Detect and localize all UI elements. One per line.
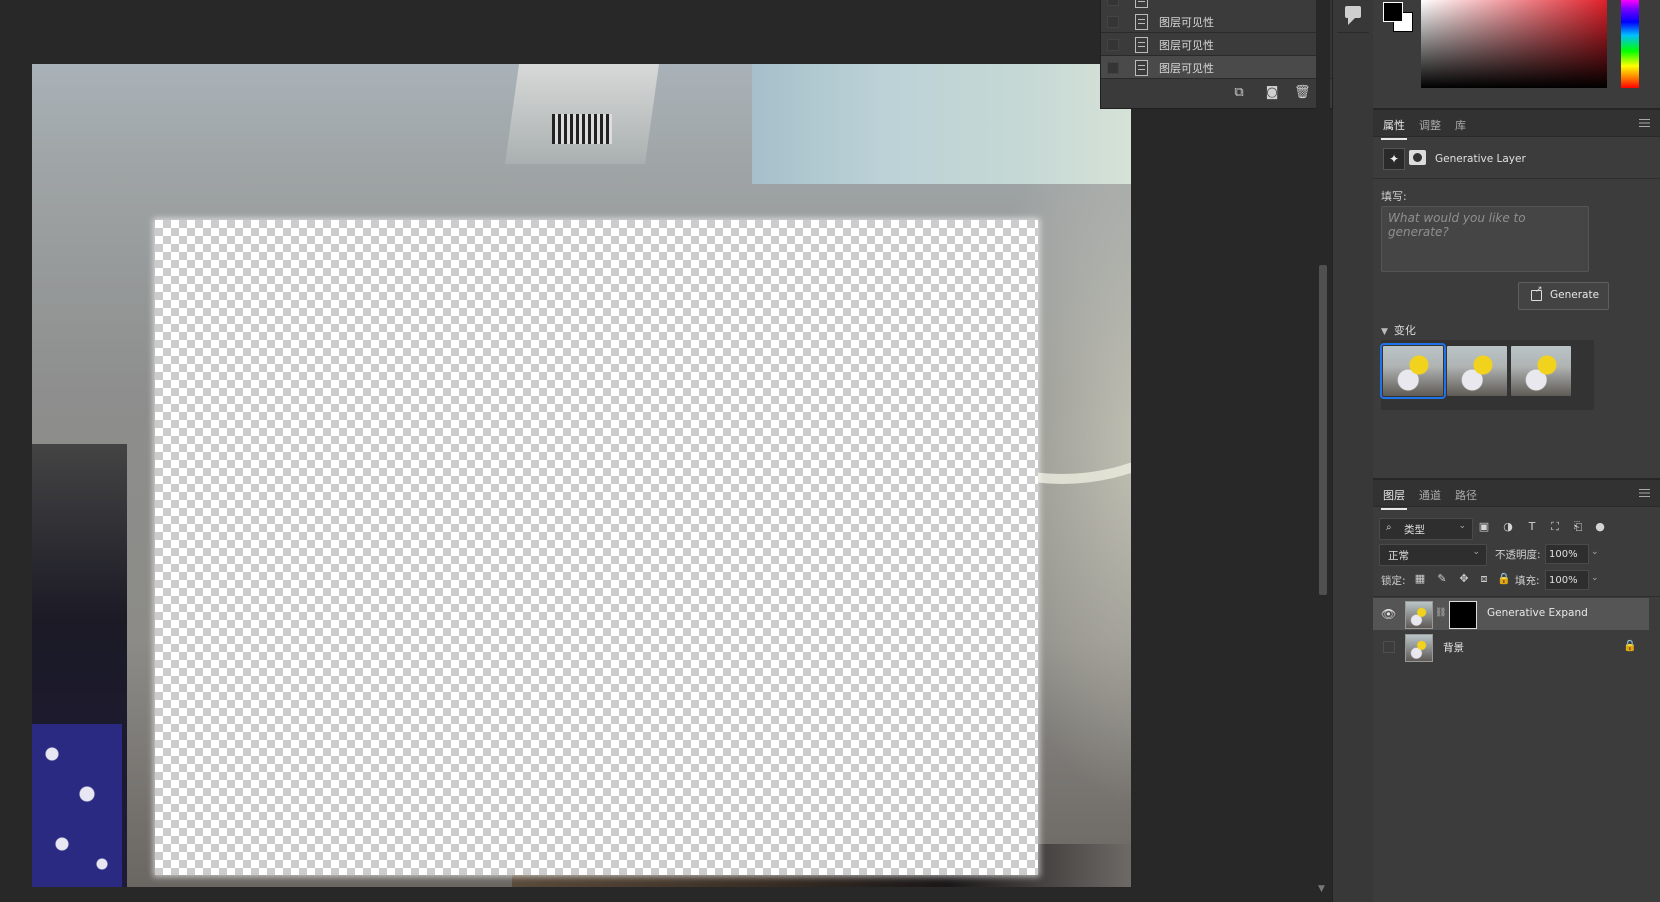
variation-thumbnail[interactable] — [1380, 343, 1446, 399]
tab-paths[interactable]: 路径 — [1455, 487, 1477, 503]
canvas-vertical-scrollbar[interactable]: ▼ — [1316, 0, 1330, 902]
history-item-label: 图层可见性 — [1159, 16, 1214, 29]
variation-thumbnail[interactable] — [1447, 346, 1507, 396]
layer-type-label: Generative Layer — [1435, 153, 1526, 165]
chevron-down-icon: ⌄ — [1472, 547, 1480, 557]
lock-artboard-icon[interactable]: ⧈ — [1477, 572, 1491, 586]
type-filter-icon[interactable]: T — [1525, 520, 1539, 534]
tab-libraries[interactable]: 库 — [1455, 117, 1466, 133]
panel-menu-icon[interactable] — [1639, 119, 1650, 127]
pixel-filter-icon[interactable]: ▣ — [1477, 520, 1491, 534]
tab-channels[interactable]: 通道 — [1419, 487, 1441, 503]
generate-button[interactable]: Generate — [1518, 282, 1609, 310]
history-state-icon — [1135, 37, 1148, 53]
photo-fabric — [32, 724, 122, 887]
shape-filter-icon[interactable]: ⛶ — [1548, 520, 1562, 534]
prompt-input[interactable]: What would you like to generate? — [1381, 206, 1589, 272]
opacity-label: 不透明度: — [1495, 549, 1541, 561]
opacity-input[interactable]: 100% — [1545, 544, 1589, 564]
color-panel — [1373, 0, 1660, 110]
canvas-scroll-thumb[interactable] — [1319, 265, 1327, 595]
tab-layers[interactable]: 图层 — [1381, 487, 1407, 510]
history-panel: 图层可见性 图层可见性 图层可见性 ▲ ▼ ⧉ ◙ 🗑 — [1100, 0, 1334, 109]
properties-panel: 属性 调整 库 ✦ Generative Layer 填写: What woul… — [1373, 110, 1660, 480]
chevron-down-icon[interactable]: ⌄ — [1591, 547, 1599, 557]
scroll-down-icon[interactable]: ▼ — [1318, 884, 1325, 894]
visibility-toggle[interactable] — [1383, 641, 1395, 653]
generative-layer-icon: ✦ — [1383, 148, 1405, 170]
history-item-active[interactable]: 图层可见性 — [1101, 56, 1317, 79]
lock-position-icon[interactable]: ✥ — [1457, 572, 1471, 586]
foreground-color-swatch[interactable] — [1383, 2, 1403, 22]
lock-icon[interactable]: 🔒 — [1623, 639, 1637, 652]
history-item[interactable]: 图层可见性 — [1101, 33, 1317, 56]
layer-filter-select[interactable]: ⌕ 类型 ⌄ — [1379, 518, 1473, 540]
photo-barcode — [552, 114, 612, 144]
chevron-down-icon[interactable]: ▼ — [1381, 327, 1388, 337]
divider — [1337, 32, 1369, 33]
filter-label: 类型 — [1404, 524, 1425, 536]
layer-mask-thumbnail[interactable] — [1449, 601, 1477, 629]
adjustment-filter-icon[interactable]: ◑ — [1501, 520, 1515, 534]
layers-panel: 图层 通道 路径 ⌕ 类型 ⌄ ▣ ◑ T ⛶ ⎗ ● 正常 ⌄ 不透明度: 1… — [1373, 480, 1660, 902]
generate-icon — [1531, 285, 1543, 301]
trash-icon[interactable]: 🗑 — [1294, 85, 1311, 101]
history-snapshot-checkbox[interactable] — [1107, 62, 1119, 74]
mask-icon[interactable] — [1409, 150, 1426, 165]
eye-icon[interactable]: 👁 — [1381, 607, 1396, 621]
history-item-label: 图层可见性 — [1159, 62, 1214, 75]
search-icon: ⌕ — [1386, 522, 1392, 533]
history-item-label: 图层可见性 — [1159, 39, 1214, 52]
transparent-expand-area[interactable] — [155, 220, 1038, 875]
variation-thumbnail[interactable] — [1511, 346, 1571, 396]
prompt-label: 填写: — [1381, 190, 1407, 203]
properties-tabbar: 属性 调整 库 — [1373, 110, 1660, 140]
variations-label: 变化 — [1393, 324, 1416, 337]
new-document-from-state-icon[interactable]: ⧉ — [1231, 85, 1247, 101]
variations-strip — [1380, 340, 1594, 410]
chevron-down-icon[interactable]: ⌄ — [1591, 573, 1599, 583]
variations-header[interactable]: ▼ 变化 — [1381, 322, 1416, 338]
tab-adjustments[interactable]: 调整 — [1419, 117, 1441, 133]
layer-thumbnail[interactable] — [1405, 634, 1433, 662]
generate-button-label: Generate — [1550, 289, 1600, 301]
link-icon[interactable]: ⛓ — [1435, 608, 1446, 618]
layer-row[interactable]: 背景 🔒 — [1373, 631, 1649, 663]
blend-mode-select[interactable]: 正常 ⌄ — [1379, 544, 1487, 566]
fill-input[interactable]: 100% — [1545, 570, 1589, 590]
divider — [1373, 178, 1660, 179]
lock-image-pixels-icon[interactable]: ✎ — [1435, 572, 1449, 586]
lock-all-icon[interactable]: 🔒 — [1497, 572, 1511, 586]
lock-label: 锁定: — [1381, 575, 1406, 587]
blend-mode-value: 正常 — [1388, 550, 1409, 562]
history-snapshot-checkbox[interactable] — [1107, 39, 1119, 51]
tab-properties[interactable]: 属性 — [1381, 117, 1407, 140]
divider — [1373, 596, 1660, 597]
panel-menu-icon[interactable] — [1639, 489, 1650, 497]
history-snapshot-checkbox[interactable] — [1107, 16, 1119, 28]
hue-slider[interactable] — [1621, 0, 1639, 88]
camera-icon[interactable]: ◙ — [1264, 85, 1280, 101]
fill-label: 填充: — [1515, 575, 1540, 587]
layer-row[interactable]: 👁 ⛓ Generative Expand — [1373, 598, 1649, 630]
history-state-icon — [1135, 14, 1148, 30]
comment-icon[interactable] — [1345, 6, 1361, 25]
chevron-down-icon: ⌄ — [1458, 521, 1466, 531]
layer-name[interactable]: 背景 — [1443, 640, 1464, 655]
history-state-icon — [1135, 0, 1148, 8]
smart-object-filter-icon[interactable]: ⎗ — [1571, 520, 1585, 534]
history-item[interactable]: 图层可见性 — [1101, 10, 1317, 33]
color-field[interactable] — [1421, 0, 1607, 88]
history-footer: ⧉ ◙ 🗑 — [1101, 78, 1333, 107]
filter-toggle-icon[interactable]: ● — [1593, 520, 1607, 534]
layers-tabbar: 图层 通道 路径 — [1373, 480, 1660, 510]
history-snapshot-checkbox[interactable] — [1107, 0, 1119, 6]
document-canvas[interactable] — [32, 64, 1131, 887]
panel-icon-strip — [1332, 0, 1374, 902]
lock-transparent-icon[interactable]: ▦ — [1413, 572, 1427, 586]
history-state-icon — [1135, 60, 1148, 76]
right-panel-column: 属性 调整 库 ✦ Generative Layer 填写: What woul… — [1373, 0, 1660, 902]
layer-thumbnail[interactable] — [1405, 601, 1433, 629]
layer-name[interactable]: Generative Expand — [1487, 607, 1588, 619]
